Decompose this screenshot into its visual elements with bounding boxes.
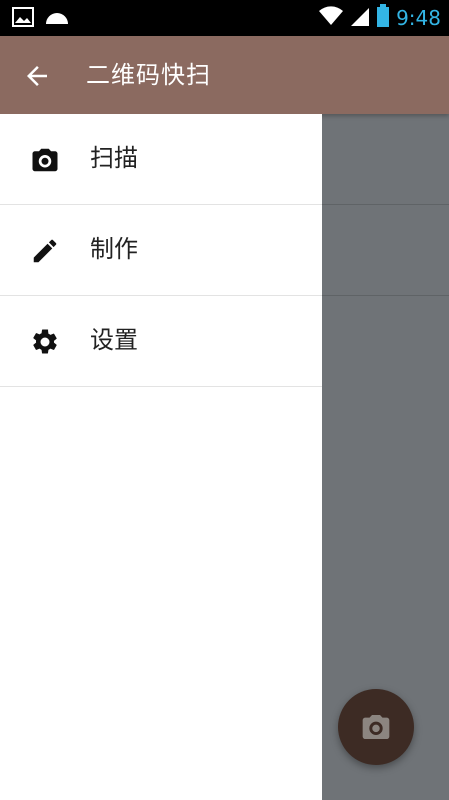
status-bar: 9:48 (0, 0, 449, 36)
drawer-item-create[interactable]: 制作 (0, 205, 322, 296)
arrow-left-icon (27, 66, 47, 86)
wifi-icon (318, 5, 344, 31)
image-icon (12, 7, 34, 31)
status-time: 9:48 (396, 6, 441, 30)
gear-icon (30, 327, 60, 357)
status-left-icons (12, 7, 70, 31)
camera-icon (30, 145, 60, 175)
camera-icon (362, 715, 390, 739)
back-button[interactable] (22, 61, 52, 91)
pencil-icon (30, 236, 60, 266)
drawer-item-label: 制作 (90, 235, 138, 263)
status-right-icons: 9:48 (318, 4, 441, 32)
fab-camera-button[interactable] (338, 689, 414, 765)
cloud-icon (44, 9, 70, 29)
app-bar: 二维码快扫 (0, 36, 449, 114)
scrim-divider (322, 295, 449, 296)
page-title: 二维码快扫 (86, 61, 211, 89)
scrim-divider (322, 204, 449, 205)
navigation-drawer: 扫描 制作 设置 (0, 114, 322, 800)
signal-icon (350, 5, 370, 31)
drawer-item-settings[interactable]: 设置 (0, 296, 322, 387)
drawer-item-label: 设置 (90, 326, 138, 354)
drawer-item-scan[interactable]: 扫描 (0, 114, 322, 205)
drawer-item-label: 扫描 (90, 144, 138, 172)
battery-icon (376, 4, 390, 32)
